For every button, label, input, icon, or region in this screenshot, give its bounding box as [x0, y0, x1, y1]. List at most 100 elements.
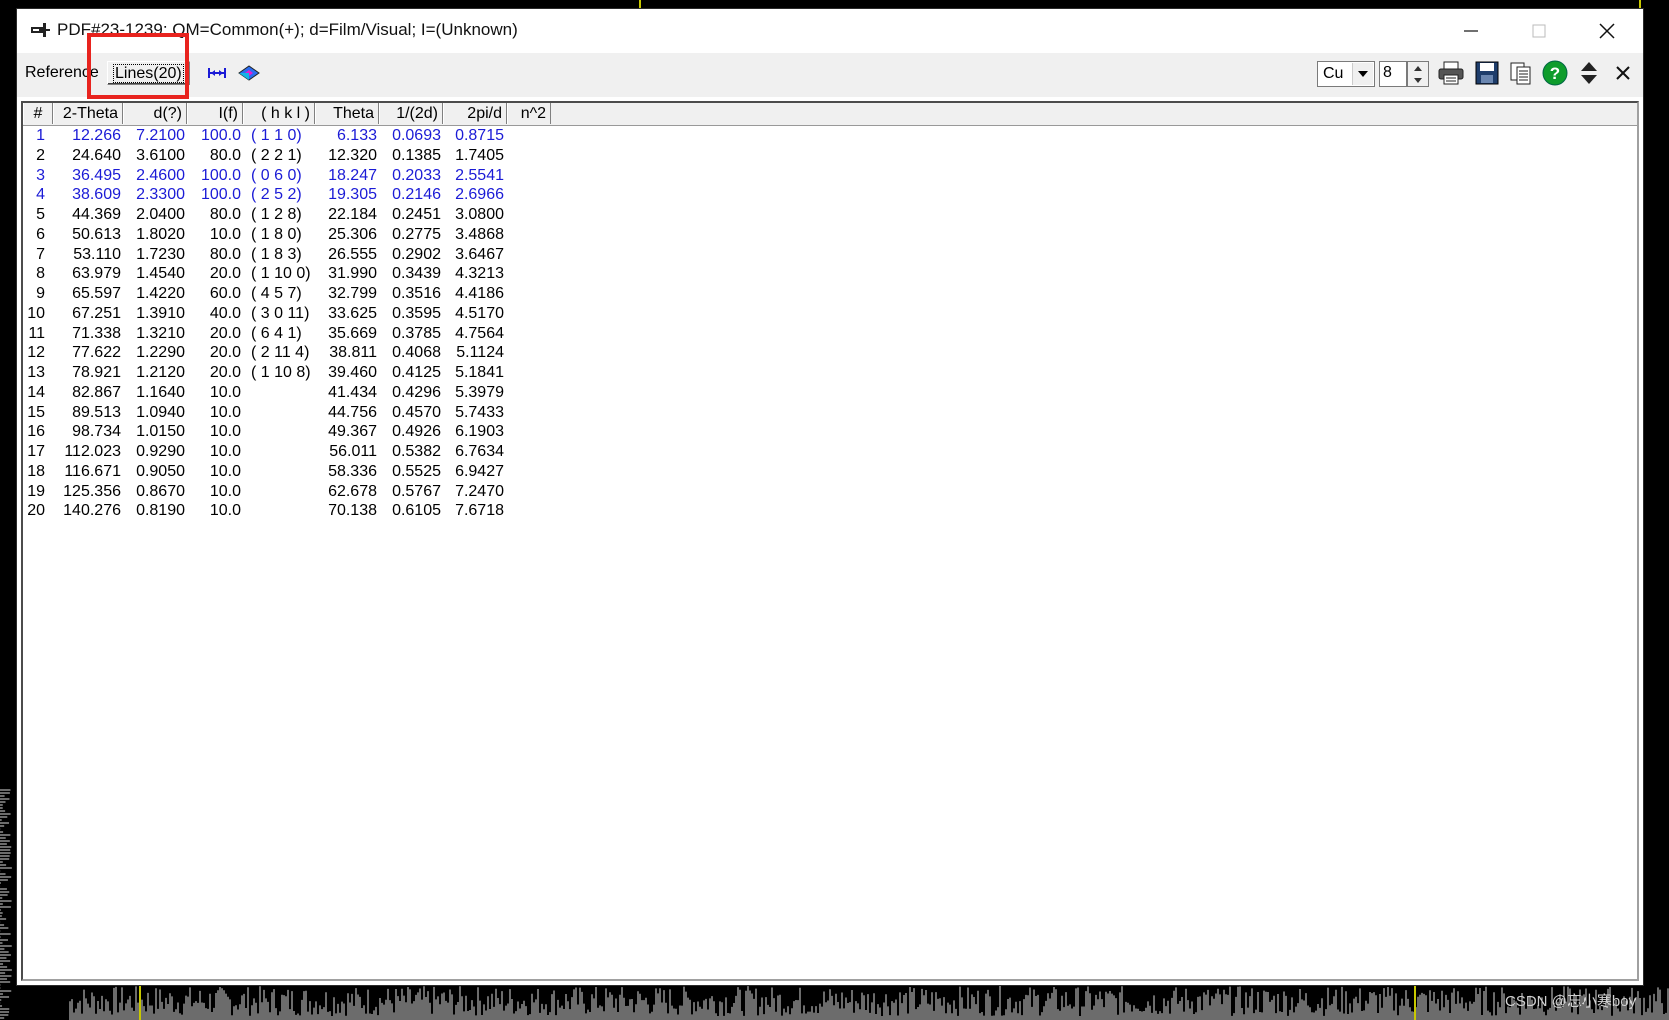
copy-icon[interactable]	[1507, 59, 1535, 87]
table-cell-inv2d: 0.3439	[392, 265, 441, 283]
table-cell-d: 1.4540	[136, 265, 185, 283]
table-cell-theta: 26.555	[328, 245, 377, 263]
table-cell-theta: 70.138	[328, 502, 377, 520]
table-cell-i: 10.0	[209, 423, 241, 441]
spin-up-icon[interactable]	[1408, 62, 1428, 74]
table-row[interactable]: 4 38.609 2.3300 100.0 ( 2 5 2) 19.305 0.2146 2.…	[23, 184, 623, 205]
table-cell-i: 100.0	[200, 166, 241, 184]
table-cell-twopid: 0.8715	[455, 127, 504, 144]
column-header[interactable]: 2pi/d	[443, 103, 507, 124]
table-row[interactable]: 11 71.338 1.3210 20.0 ( 6 4 1) 35.669 0.3785 4.…	[23, 323, 623, 344]
table-cell-twopid: 1.7405	[455, 146, 504, 164]
close-x-icon[interactable]	[1609, 59, 1637, 87]
table-cell-i: 10.0	[209, 383, 241, 401]
table-cell-i: 80.0	[209, 245, 241, 263]
table-row[interactable]: 10 67.251 1.3910 40.0 ( 3 0 11) 33.625 0.3595 4…	[23, 303, 623, 324]
table-row[interactable]: 3 36.495 2.4600 100.0 ( 0 6 0) 18.247 0.2033 2.…	[23, 165, 623, 186]
table-cell-theta: 35.669	[328, 324, 377, 342]
table-cell-n: 16	[27, 423, 45, 441]
table-row[interactable]: 20 140.276 0.8190 10.0 70.138 0.6105 7.6718	[23, 500, 623, 521]
table-row[interactable]: 19 125.356 0.8670 10.0 62.678 0.5767 7.2470	[23, 481, 623, 502]
column-header[interactable]: I(f)	[187, 103, 243, 124]
table-cell-inv2d: 0.4296	[392, 383, 441, 401]
table-cell-i: 10.0	[209, 502, 241, 520]
table-row[interactable]: 7 53.110 1.7230 80.0 ( 1 8 3) 26.555 0.2902 3.6…	[23, 244, 623, 265]
table-cell-d: 2.3300	[136, 186, 185, 204]
table-cell-d: 0.8190	[136, 502, 185, 520]
table-cell-n: 6	[36, 225, 45, 243]
table-cell-hkl: ( 4 5 7)	[251, 285, 302, 302]
table-cell-d: 7.2100	[136, 127, 185, 144]
table-row[interactable]: 6 50.613 1.8020 10.0 ( 1 8 0) 25.306 0.2775 3.4…	[23, 224, 623, 245]
table-cell-d: 1.3910	[136, 304, 185, 322]
help-icon[interactable]: ?	[1541, 59, 1569, 87]
column-header[interactable]: #	[23, 103, 53, 124]
table-cell-n: 8	[36, 265, 45, 283]
table-cell-i: 10.0	[209, 482, 241, 500]
table-cell-i: 20.0	[209, 364, 241, 381]
table-cell-hkl: ( 1 2 8)	[251, 206, 302, 223]
table-cell-n: 19	[27, 482, 45, 500]
table-row[interactable]: 12 77.622 1.2290 20.0 ( 2 11 4) 38.811 0.4068 5…	[23, 342, 623, 363]
maximize-button[interactable]	[1505, 9, 1573, 53]
table-row[interactable]: 9 65.597 1.4220 60.0 ( 4 5 7) 32.799 0.3516 4.4…	[23, 283, 623, 304]
table-cell-d: 1.3210	[136, 324, 185, 342]
table-row[interactable]: 8 63.979 1.4540 20.0 ( 1 10 0) 31.990 0.3439 4.…	[23, 263, 623, 284]
table-cell-twopid: 3.6467	[455, 245, 504, 263]
table-cell-inv2d: 0.4125	[392, 364, 441, 381]
table-cell-inv2d: 0.3516	[392, 285, 441, 302]
table-cell-theta: 31.990	[328, 265, 377, 283]
table-row[interactable]: 16 98.734 1.0150 10.0 49.367 0.4926 6.1903	[23, 421, 623, 442]
table-row[interactable]: 1 12.266 7.2100 100.0 ( 1 1 0) 6.133 0.0693 0.8…	[23, 125, 623, 146]
table-cell-twopid: 5.7433	[455, 403, 504, 421]
table-cell-inv2d: 0.3595	[392, 304, 441, 322]
table-cell-n: 11	[28, 324, 45, 342]
minimize-button[interactable]	[1437, 9, 1505, 53]
close-button[interactable]	[1573, 9, 1641, 53]
diffraction-icon[interactable]	[235, 59, 263, 87]
decimals-spinner[interactable]	[1407, 61, 1429, 87]
table-cell-two-theta: 67.251	[72, 304, 121, 322]
table-row[interactable]: 15 89.513 1.0940 10.0 44.756 0.4570 5.7433	[23, 402, 623, 423]
decimals-field[interactable]: 8	[1379, 61, 1407, 87]
title-bar: PDF#23-1239: QM=Common(+); d=Film/Visual…	[17, 9, 1643, 53]
table-cell-twopid: 6.1903	[455, 423, 504, 441]
table-cell-n: 4	[36, 186, 45, 204]
table-row[interactable]: 18 116.671 0.9050 10.0 58.336 0.5525 6.9427	[23, 461, 623, 482]
table-cell-i: 80.0	[209, 206, 241, 223]
table-row[interactable]: 17 112.023 0.9290 10.0 56.011 0.5382 6.7634	[23, 441, 623, 462]
table-cell-two-theta: 89.513	[72, 403, 121, 421]
column-header[interactable]: 2-Theta	[53, 103, 123, 124]
table-row[interactable]: 5 44.369 2.0400 80.0 ( 1 2 8) 22.184 0.2451 3.0…	[23, 204, 623, 225]
toolbar: Reference Lines(20) Cu 8 ?	[17, 53, 1643, 97]
table-cell-two-theta: 98.734	[72, 423, 121, 441]
column-header[interactable]: ( h k l )	[243, 103, 315, 124]
table-row[interactable]: 13 78.921 1.2120 20.0 ( 1 10 8) 39.460 0.4125 5…	[23, 362, 623, 383]
table-cell-twopid: 5.1841	[455, 364, 504, 381]
print-icon[interactable]	[1437, 59, 1465, 87]
column-header[interactable]: 1/(2d)	[379, 103, 443, 124]
range-icon[interactable]	[203, 59, 231, 87]
spin-down-icon[interactable]	[1408, 74, 1428, 86]
save-icon[interactable]	[1473, 59, 1501, 87]
sort-icon[interactable]	[1575, 59, 1603, 87]
table-cell-theta: 32.799	[328, 285, 377, 302]
table-cell-i: 100.0	[200, 127, 241, 144]
column-header[interactable]: Theta	[315, 103, 379, 124]
table-cell-theta: 18.247	[328, 166, 377, 184]
table-row[interactable]: 2 24.640 3.6100 80.0 ( 2 2 1) 12.320 0.1385 1.7…	[23, 145, 623, 166]
table-cell-twopid: 3.4868	[455, 225, 504, 243]
column-header[interactable]: n^2	[507, 103, 551, 124]
table-cell-n: 13	[27, 364, 45, 381]
table-cell-two-theta: 36.495	[72, 166, 121, 184]
column-header[interactable]: d(?)	[123, 103, 187, 124]
table-cell-theta: 58.336	[328, 462, 377, 480]
table-cell-two-theta: 78.921	[72, 364, 121, 381]
radiation-select[interactable]: Cu	[1317, 61, 1375, 87]
table-cell-i: 10.0	[209, 462, 241, 480]
table-row[interactable]: 14 82.867 1.1640 10.0 41.434 0.4296 5.3979	[23, 382, 623, 403]
svg-text:?: ?	[1550, 64, 1560, 83]
table-cell-i: 10.0	[209, 403, 241, 421]
table-cell-hkl: ( 1 8 0)	[251, 225, 302, 243]
table-cell-theta: 39.460	[328, 364, 377, 381]
